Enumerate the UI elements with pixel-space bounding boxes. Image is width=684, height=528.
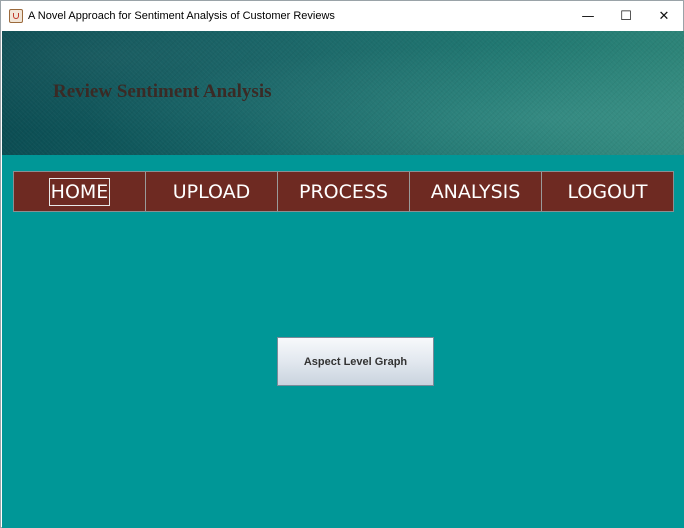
nav-analysis-label: ANALYSIS <box>430 180 521 203</box>
nav-logout[interactable]: LOGOUT <box>542 172 673 211</box>
content-area: Review Sentiment Analysis HOME UPLOAD PR… <box>2 31 684 528</box>
app-window: A Novel Approach for Sentiment Analysis … <box>0 0 684 528</box>
nav-upload[interactable]: UPLOAD <box>146 172 278 211</box>
title-bar[interactable]: A Novel Approach for Sentiment Analysis … <box>1 1 683 31</box>
nav-home[interactable]: HOME <box>14 172 146 211</box>
window-controls: — ☐ ✕ <box>569 1 683 31</box>
nav-analysis[interactable]: ANALYSIS <box>410 172 542 211</box>
header-banner: Review Sentiment Analysis <box>2 31 684 155</box>
nav-process-label: PROCESS <box>298 180 388 203</box>
nav-home-label: HOME <box>48 177 111 206</box>
maximize-button[interactable]: ☐ <box>607 1 645 31</box>
window-title: A Novel Approach for Sentiment Analysis … <box>28 10 335 22</box>
nav-process[interactable]: PROCESS <box>278 172 410 211</box>
minimize-button[interactable]: — <box>569 1 607 31</box>
nav-upload-label: UPLOAD <box>172 180 251 203</box>
close-button[interactable]: ✕ <box>645 1 683 31</box>
java-cup-icon <box>9 9 23 23</box>
nav-logout-label: LOGOUT <box>567 180 648 203</box>
aspect-level-graph-button[interactable]: Aspect Level Graph <box>277 337 434 386</box>
banner-title: Review Sentiment Analysis <box>53 81 272 102</box>
nav-bar: HOME UPLOAD PROCESS ANALYSIS LOGOUT <box>13 171 674 212</box>
